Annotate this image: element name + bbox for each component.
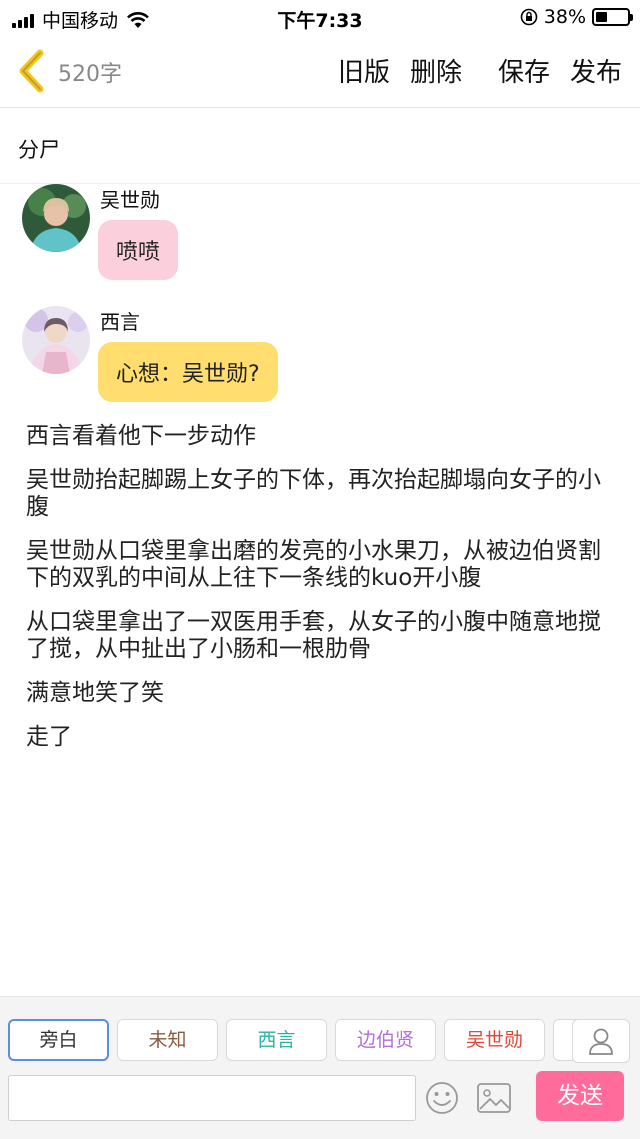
status-right: 38% (520, 6, 633, 28)
role-selector: 旁白未知西言边伯贤吴世勋金钟仁 (8, 1019, 578, 1063)
role-chip-unknown[interactable]: 未知 (117, 1019, 218, 1061)
battery-fill (596, 12, 608, 22)
composer-panel: 旁白未知西言边伯贤吴世勋金钟仁 发送 (0, 996, 640, 1139)
narration-block: 西言看着他下一步动作 吴世勋抬起脚踢上女子的下体，再次抬起脚塌向女子的小腹 吴世… (26, 423, 616, 768)
back-arrow-icon[interactable] (14, 48, 50, 94)
image-icon[interactable] (476, 1081, 512, 1115)
message-bubble[interactable]: 喷喷 (98, 220, 179, 280)
send-button[interactable]: 发送 (536, 1071, 624, 1121)
narration-paragraph[interactable]: 从口袋里拿出了一双医用手套，从女子的小腹中随意地搅了搅，从中扯出了小肠和一根肋骨 (26, 609, 616, 663)
avatar[interactable] (22, 306, 90, 374)
battery-percent: 38% (543, 6, 586, 28)
battery-icon (592, 8, 633, 26)
role-chip-bianboxian[interactable]: 边伯贤 (335, 1019, 436, 1061)
word-count: 520字 (58, 62, 122, 87)
sender-name: 吴世勋 (100, 188, 160, 212)
avatar[interactable] (22, 184, 90, 252)
rotation-lock-icon (520, 8, 538, 26)
narration-paragraph[interactable]: 走了 (26, 724, 616, 751)
message-bubble[interactable]: 心想：吴世勋? (98, 342, 278, 402)
person-icon (589, 1028, 613, 1055)
sender-name: 西言 (100, 310, 140, 334)
narration-paragraph[interactable]: 吴世勋从口袋里拿出磨的发亮的小水果刀，从被边伯贤割下的双乳的中间从上往下一条线的… (26, 538, 616, 592)
narration-paragraph[interactable]: 满意地笑了笑 (26, 680, 616, 707)
message-input[interactable] (8, 1075, 416, 1121)
story-title-bar[interactable]: 分尸 (0, 108, 640, 184)
narration-paragraph[interactable]: 西言看着他下一步动作 (26, 423, 616, 450)
add-role-button[interactable] (572, 1019, 630, 1063)
nav-actions: 旧版 删除 保存 发布 (338, 52, 622, 89)
save-button[interactable]: 保存 (498, 52, 550, 89)
publish-button[interactable]: 发布 (570, 52, 622, 89)
delete-button[interactable]: 删除 (410, 52, 462, 89)
role-chip-wushixun[interactable]: 吴世勋 (444, 1019, 545, 1061)
emoji-icon[interactable] (425, 1081, 459, 1115)
status-bar: 中国移动 下午7:33 38% (0, 0, 640, 36)
role-chip-xiyan[interactable]: 西言 (226, 1019, 327, 1061)
narration-paragraph[interactable]: 吴世勋抬起脚踢上女子的下体，再次抬起脚塌向女子的小腹 (26, 467, 616, 521)
story-title[interactable]: 分尸 (18, 134, 60, 164)
old-version-button[interactable]: 旧版 (338, 52, 390, 89)
role-chip-narrator[interactable]: 旁白 (8, 1019, 109, 1061)
editor-nav-bar: 520字 旧版 删除 保存 发布 (0, 36, 640, 108)
